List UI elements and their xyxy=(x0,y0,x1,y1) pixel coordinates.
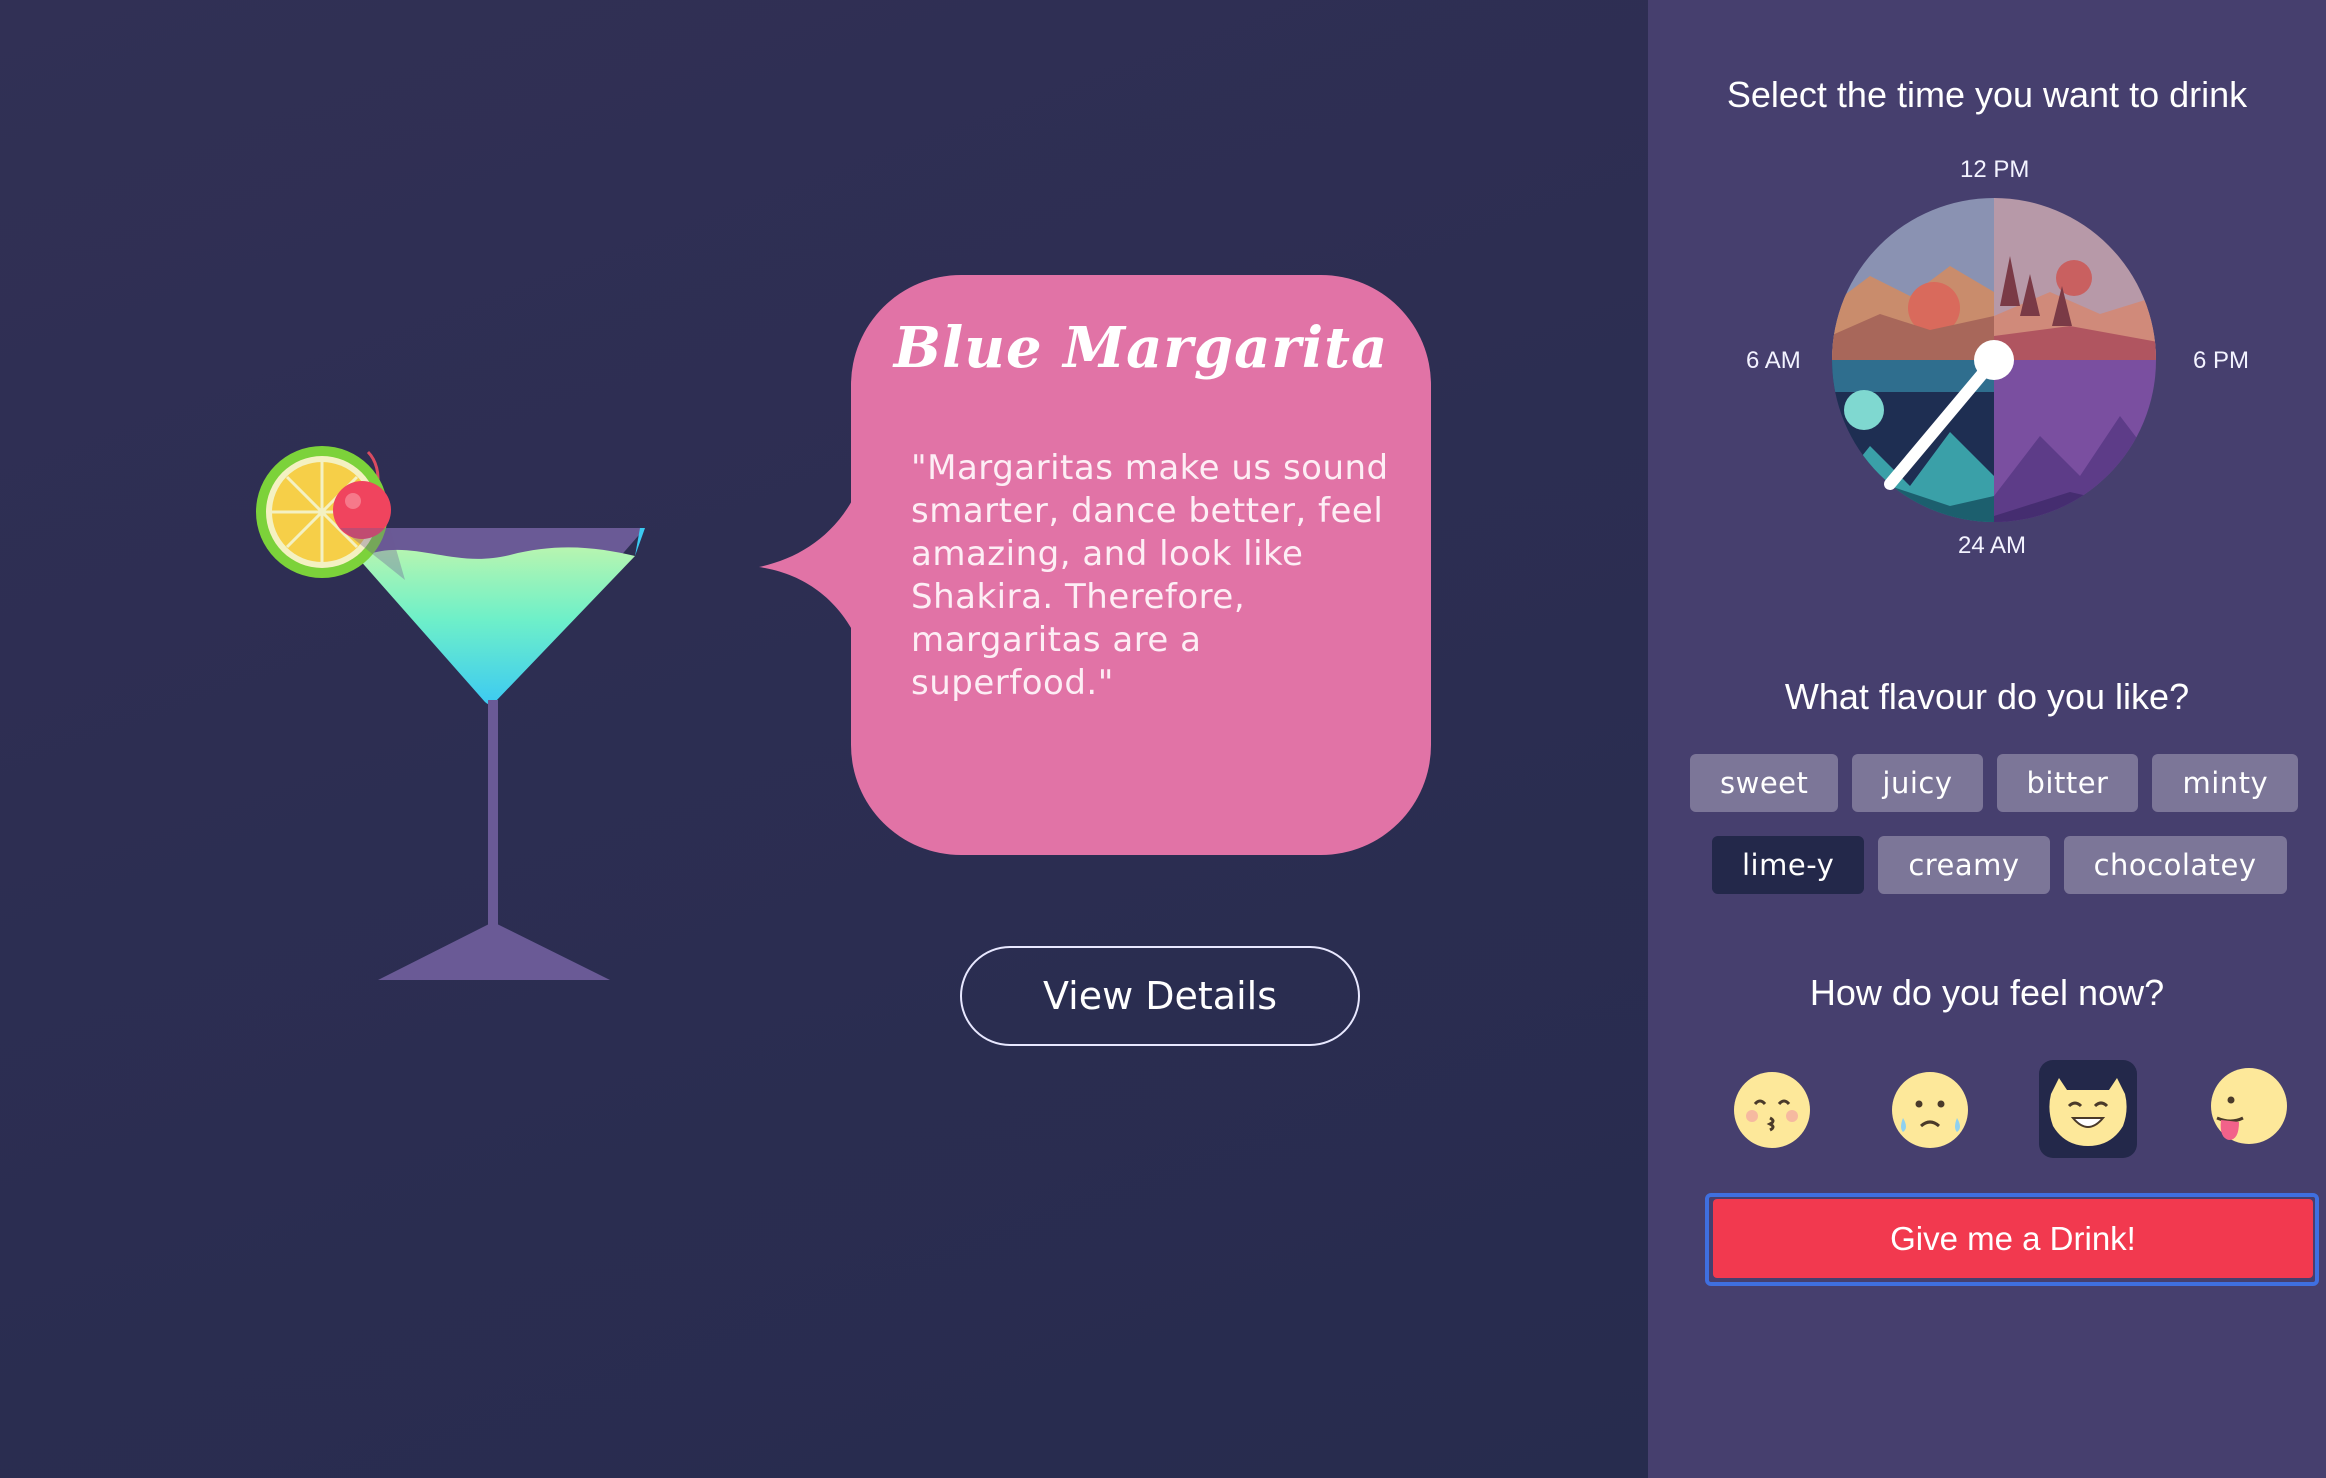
drink-name: Blue Margarita xyxy=(893,315,1389,381)
flavour-tag-minty[interactable]: minty xyxy=(2152,754,2299,812)
crying-face-icon xyxy=(1892,1072,1968,1148)
mood-heading: How do you feel now? xyxy=(1809,972,2165,1013)
flavour-heading: What flavour do you like? xyxy=(1784,676,2190,717)
clock-label-bottom: 24 AM xyxy=(1958,532,2027,559)
kissing-face-icon xyxy=(1734,1072,1810,1148)
happy-face-icon xyxy=(2049,1078,2127,1146)
view-details-button[interactable]: View Details xyxy=(960,946,1360,1046)
time-picker-clock[interactable] xyxy=(1830,196,2158,524)
flavour-tag-creamy[interactable]: creamy xyxy=(1878,836,2050,894)
mood-option-tongue-out[interactable] xyxy=(2197,1060,2295,1158)
mood-option-happy[interactable] xyxy=(2039,1060,2137,1158)
mood-option-kissing[interactable] xyxy=(1723,1060,1821,1158)
cocktail-glass-illustration xyxy=(256,446,645,980)
flavour-tag-chocolatey[interactable]: chocolatey xyxy=(2063,836,2287,894)
flavour-tag-bitter[interactable]: bitter xyxy=(1996,754,2139,812)
clock-label-right: 6 PM xyxy=(2193,347,2250,374)
clock-label-top: 12 PM xyxy=(1960,156,2030,183)
clock-label-left: 6 AM xyxy=(1746,347,1801,374)
mood-option-crying[interactable] xyxy=(1881,1060,1979,1158)
flavour-tag-sweet[interactable]: sweet xyxy=(1690,754,1839,812)
flavour-options: sweet juicy bitter minty lime-y creamy c… xyxy=(1690,754,2310,918)
flavour-tag-lime-y[interactable]: lime-y xyxy=(1712,836,1865,894)
drink-quote: "Margaritas make us sound smarter, dance… xyxy=(911,448,1389,703)
drink-description-bubble: Blue Margarita "Margaritas make us sound… xyxy=(755,275,1435,855)
flavour-tag-juicy[interactable]: juicy xyxy=(1852,754,1983,812)
tongue-out-face-icon xyxy=(2211,1068,2287,1144)
time-picker-heading: Select the time you want to drink xyxy=(1726,74,2248,115)
bubble-body: Blue Margarita "Margaritas make us sound… xyxy=(851,275,1431,855)
give-me-a-drink-button[interactable]: Give me a Drink! xyxy=(1713,1199,2313,1278)
